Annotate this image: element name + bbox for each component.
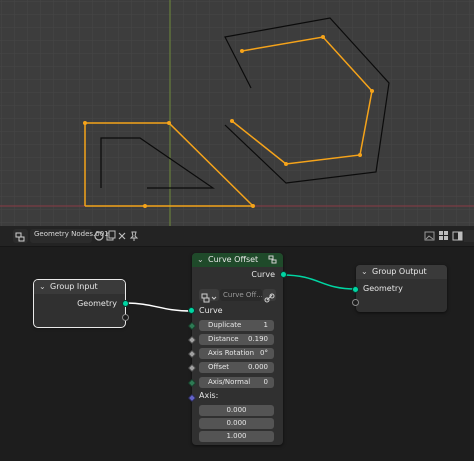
pin-icon[interactable] bbox=[128, 230, 140, 242]
node-tree-icon bbox=[201, 293, 217, 303]
duplicate-value: 1 bbox=[263, 321, 268, 329]
axis-normal-socket[interactable] bbox=[187, 378, 197, 388]
curve-offset-output-label: Curve bbox=[251, 270, 275, 279]
viewport-canvas[interactable] bbox=[0, 0, 474, 226]
blender-window: Geometry Nodes.001 ⌄ Group Input Geometr… bbox=[0, 0, 474, 461]
group-input-geometry-socket[interactable] bbox=[122, 300, 129, 307]
group-output-geometry-socket[interactable] bbox=[352, 286, 359, 293]
group-output-geometry-label: Geometry bbox=[363, 284, 403, 293]
distance-socket[interactable] bbox=[187, 335, 197, 345]
axis-rotation-field[interactable]: Axis Rotation 0° bbox=[199, 348, 274, 359]
node-group-name-field[interactable]: Curve Off... bbox=[220, 289, 262, 301]
distance-value: 0.190 bbox=[247, 335, 268, 343]
axis-y-value: 0.000 bbox=[226, 419, 247, 427]
curve-offset-node[interactable]: ⌄ Curve Offset Curve Curve Off... Curve … bbox=[187, 253, 287, 445]
duplicate-socket[interactable] bbox=[187, 321, 197, 331]
axis-label: Axis: bbox=[199, 391, 219, 400]
axis-y-field[interactable]: 0.000 bbox=[199, 418, 274, 429]
axis-normal-field[interactable]: Axis/Normal 0 bbox=[199, 377, 274, 388]
header-dropdown[interactable] bbox=[464, 230, 474, 242]
axis-z-value: 1.000 bbox=[226, 432, 247, 440]
node-tree-icon bbox=[15, 232, 25, 242]
node-tree-selector[interactable]: Geometry Nodes.001 bbox=[30, 229, 109, 243]
offset-socket[interactable] bbox=[187, 363, 197, 373]
link-icon bbox=[264, 293, 275, 303]
axis-rotation-value: 0° bbox=[260, 349, 268, 357]
group-input-empty-socket[interactable] bbox=[122, 314, 129, 321]
group-output-header[interactable]: ⌄ Group Output bbox=[356, 265, 447, 279]
axis-normal-value: 0 bbox=[263, 378, 268, 386]
group-input-header[interactable]: ⌄ Group Input bbox=[34, 280, 125, 294]
chevron-down-icon[interactable]: ⌄ bbox=[197, 255, 204, 264]
node-group-name: Curve Off... bbox=[223, 291, 262, 299]
offset-field[interactable]: Offset 0.000 bbox=[199, 362, 274, 373]
group-input-node[interactable]: ⌄ Group Input Geometry bbox=[33, 279, 129, 328]
curve-offset-title: Curve Offset bbox=[208, 255, 259, 264]
axis-rotation-socket[interactable] bbox=[187, 349, 197, 359]
axis-z-field[interactable]: 1.000 bbox=[199, 431, 274, 442]
image-icon[interactable] bbox=[424, 230, 436, 242]
group-output-empty-socket[interactable] bbox=[352, 299, 359, 306]
node-group-icon bbox=[268, 255, 277, 264]
node-editor-canvas[interactable]: ⌄ Group Input Geometry ⌄ Curve Offset Cu… bbox=[0, 247, 474, 461]
close-icon[interactable] bbox=[116, 230, 128, 242]
duplicate-field[interactable]: Duplicate 1 bbox=[199, 320, 274, 331]
offset-value: 0.000 bbox=[247, 363, 268, 371]
fake-user-button[interactable] bbox=[263, 289, 276, 303]
curve-offset-curve-input-label: Curve bbox=[199, 306, 223, 315]
axis-socket[interactable] bbox=[187, 393, 197, 403]
shield-icon[interactable] bbox=[93, 230, 105, 242]
link-input-to-offset bbox=[123, 302, 193, 312]
chevron-down-icon[interactable]: ⌄ bbox=[361, 267, 368, 276]
group-output-title: Group Output bbox=[372, 267, 427, 276]
curve-offset-output-socket[interactable] bbox=[280, 271, 287, 278]
chevron-down-icon[interactable]: ⌄ bbox=[39, 282, 46, 291]
3d-viewport[interactable] bbox=[0, 0, 474, 226]
editor-type-button[interactable] bbox=[13, 229, 28, 243]
link-offset-to-output bbox=[281, 274, 357, 290]
node-group-selector[interactable] bbox=[199, 289, 219, 303]
distance-field[interactable]: Distance 0.190 bbox=[199, 334, 274, 345]
axis-x-value: 0.000 bbox=[226, 406, 247, 414]
sidebar-icon[interactable] bbox=[452, 230, 464, 242]
group-input-title: Group Input bbox=[50, 282, 98, 291]
curve-offset-header[interactable]: ⌄ Curve Offset bbox=[192, 253, 283, 267]
group-input-geometry-label: Geometry bbox=[77, 299, 117, 308]
node-editor-header: Geometry Nodes.001 bbox=[0, 226, 474, 247]
group-output-node[interactable]: ⌄ Group Output Geometry bbox=[352, 265, 447, 312]
grid-icon[interactable] bbox=[438, 230, 450, 242]
axis-x-field[interactable]: 0.000 bbox=[199, 405, 274, 416]
curve-offset-curve-input-socket[interactable] bbox=[188, 307, 195, 314]
